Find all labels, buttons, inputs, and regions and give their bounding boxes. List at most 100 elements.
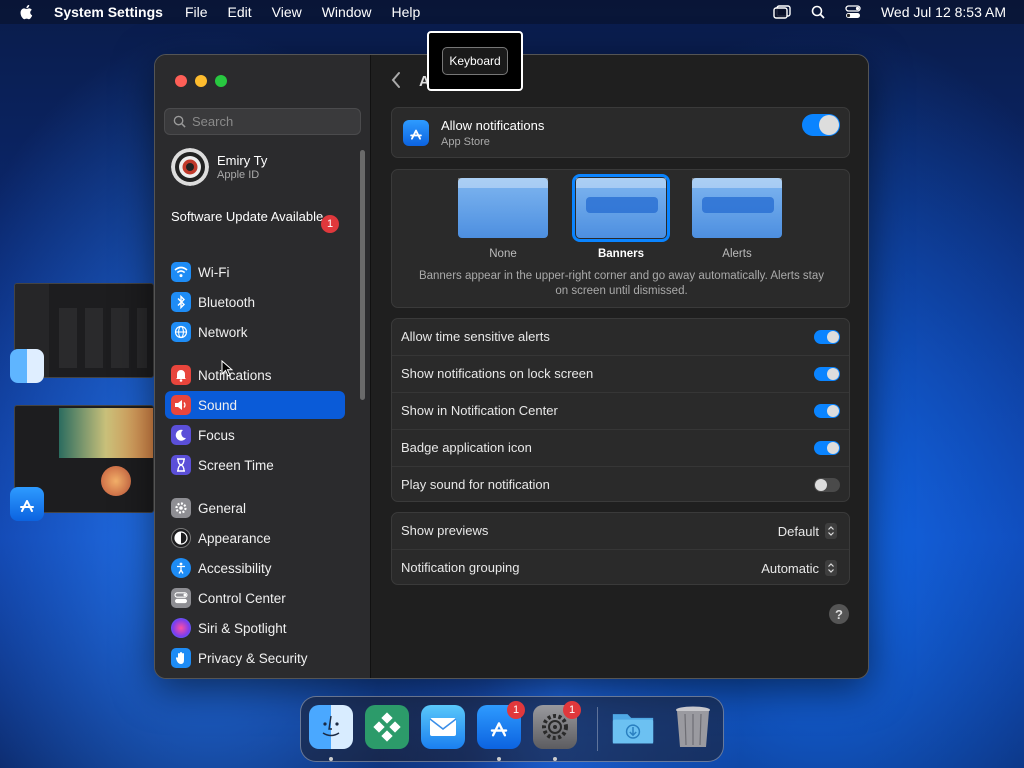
option-label: Allow time sensitive alerts [401, 329, 550, 344]
select-value: Default [777, 523, 819, 539]
option-label: Notification grouping [401, 560, 520, 575]
option-label: Show previews [401, 523, 489, 538]
menu-app-name[interactable]: System Settings [54, 4, 163, 20]
sidebar-item-label: Control Center [198, 590, 286, 606]
menu-view[interactable]: View [272, 4, 302, 20]
notification-badge: 1 [507, 701, 525, 719]
sidebar-item-appearance[interactable]: Appearance [165, 524, 345, 552]
sidebar-item-label: Focus [198, 427, 235, 443]
allow-notifications-label: Allow notifications [441, 118, 545, 133]
running-indicator [329, 757, 333, 761]
sidebar-item-label: Bluetooth [198, 294, 256, 310]
notification-options-panel: Allow time sensitive alerts Show notific… [391, 318, 850, 502]
allow-notifications-panel: Allow notifications App Store [391, 107, 850, 158]
close-button[interactable] [175, 75, 187, 87]
dock-app-2[interactable] [365, 705, 409, 749]
sidebar-item-wifi[interactable]: Wi-Fi [165, 258, 345, 286]
help-button[interactable]: ? [829, 604, 849, 624]
dock-app-store[interactable]: 1 [477, 701, 525, 749]
menu-file[interactable]: File [185, 4, 208, 20]
mouse-cursor-icon [221, 360, 233, 377]
minimize-button[interactable] [195, 75, 207, 87]
option-label: Badge application icon [401, 440, 532, 455]
menu-clock[interactable]: Wed Jul 12 8:53 AM [881, 4, 1006, 20]
content-pane: A Allow notifications App Store None Ban… [371, 55, 868, 678]
running-indicator [497, 757, 501, 761]
badge-icon-toggle[interactable] [814, 441, 840, 455]
back-chevron-icon[interactable] [391, 71, 401, 89]
sidebar-item-label: Notifications [198, 367, 272, 383]
dock-finder[interactable] [309, 705, 353, 749]
dock-system-settings[interactable]: 1 [533, 701, 581, 749]
appearance-icon [171, 528, 191, 548]
notification-center-toggle[interactable] [814, 404, 840, 418]
search-field[interactable] [164, 108, 361, 135]
style-option-banners[interactable]: Banners [572, 174, 670, 260]
sidebar-item-notifications[interactable]: Notifications [165, 361, 345, 389]
sidebar-item-network[interactable]: Network [165, 318, 345, 346]
keyboard-tooltip: Keyboard [427, 31, 523, 91]
sidebar-item-sound[interactable]: Sound [165, 391, 345, 419]
sidebar-item-label: Appearance [198, 530, 271, 546]
dock-trash[interactable] [671, 705, 715, 749]
menu-window[interactable]: Window [322, 4, 372, 20]
chevron-up-down-icon [825, 523, 837, 539]
sidebar-item-label: Sound [198, 397, 238, 413]
control-center-icon [171, 588, 191, 608]
sidebar-item-accessibility[interactable]: Accessibility [165, 554, 345, 582]
dock-mail[interactable] [421, 705, 465, 749]
hand-icon [171, 648, 191, 668]
option-row: Show notifications on lock screen [392, 356, 849, 393]
window-icon[interactable] [773, 5, 791, 19]
zoom-button[interactable] [215, 75, 227, 87]
style-preview-banners [572, 174, 670, 242]
finder-icon [322, 715, 340, 737]
control-center-icon[interactable] [845, 5, 861, 19]
search-icon[interactable] [811, 5, 825, 19]
avatar [171, 148, 209, 186]
app-store-icon [490, 722, 508, 737]
select-value: Automatic [761, 560, 819, 576]
software-update-item[interactable]: Software Update Available [171, 209, 341, 225]
dock: 1 1 [300, 696, 724, 762]
moon-icon [171, 425, 191, 445]
menu-edit[interactable]: Edit [228, 4, 252, 20]
apple-icon[interactable] [18, 3, 36, 21]
dock-downloads[interactable] [611, 705, 655, 749]
folder-download-icon [612, 714, 654, 744]
option-row: Badge application icon [392, 430, 849, 467]
time-sensitive-toggle[interactable] [814, 330, 840, 344]
option-row: Play sound for notification [392, 467, 849, 504]
sidebar-item-label: Accessibility [198, 560, 272, 576]
sidebar-item-label: Privacy & Security [198, 650, 308, 666]
sidebar-item-screen-time[interactable]: Screen Time [165, 451, 345, 479]
sidebar-item-privacy-security[interactable]: Privacy & Security [165, 644, 345, 672]
sidebar-item-siri-spotlight[interactable]: Siri & Spotlight [165, 614, 345, 642]
sidebar-item-focus[interactable]: Focus [165, 421, 345, 449]
menu-bar: System Settings File Edit View Window He… [0, 0, 1024, 24]
style-option-alerts[interactable]: Alerts [691, 178, 783, 260]
apple-id-profile[interactable]: Emiry Ty Apple ID [171, 148, 267, 186]
app-name-label: App Store [441, 136, 490, 148]
running-indicator [553, 757, 557, 761]
allow-notifications-toggle[interactable] [802, 114, 840, 136]
style-preview-alerts [692, 178, 782, 238]
play-sound-toggle[interactable] [814, 478, 840, 492]
gear-icon [171, 498, 191, 518]
notification-grouping-select[interactable]: Automatic [761, 560, 837, 576]
finder-icon[interactable] [10, 349, 44, 383]
bluetooth-icon [171, 292, 191, 312]
search-input[interactable] [192, 114, 352, 129]
menu-help[interactable]: Help [392, 4, 421, 20]
app-store-icon[interactable] [10, 487, 44, 521]
sidebar-scrollbar[interactable] [360, 150, 365, 400]
profile-subtitle: Apple ID [217, 169, 260, 181]
hourglass-icon [171, 455, 191, 475]
profile-name: Emiry Ty [217, 153, 268, 168]
show-previews-select[interactable]: Default [778, 523, 837, 539]
sidebar-item-bluetooth[interactable]: Bluetooth [165, 288, 345, 316]
sidebar-item-general[interactable]: General [165, 494, 345, 522]
style-option-none[interactable]: None [457, 178, 549, 260]
lock-screen-toggle[interactable] [814, 367, 840, 381]
sidebar-item-control-center[interactable]: Control Center [165, 584, 345, 612]
